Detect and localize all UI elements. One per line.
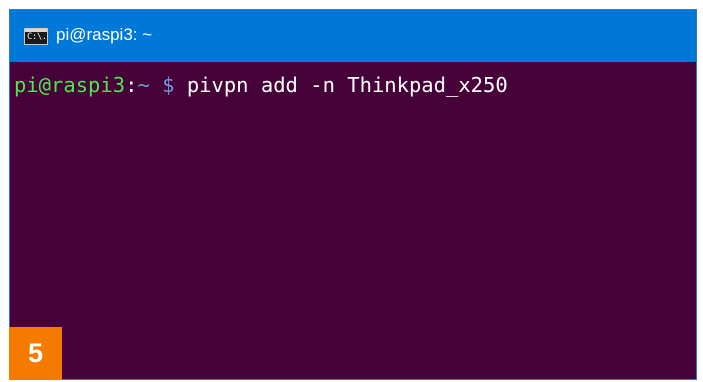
- window-title: pi@raspi3: ~: [56, 25, 153, 44]
- cmd-icon-glyph: C:\.: [27, 32, 47, 42]
- command-line: pi@raspi3:~ $ pivpn add -n Thinkpad_x250: [14, 70, 508, 100]
- prompt-user: pi@raspi3: [14, 73, 126, 97]
- terminal-area[interactable]: pi@raspi3:~ $ pivpn add -n Thinkpad_x250: [10, 62, 696, 379]
- prompt-dollar: $: [162, 73, 175, 97]
- terminal-window: C:\. pi@raspi3: ~ pi@raspi3:~ $ pivpn ad…: [9, 9, 697, 380]
- command-text: pivpn add -n Thinkpad_x250: [186, 73, 508, 97]
- prompt-path: ~: [137, 73, 150, 97]
- title-bar[interactable]: C:\. pi@raspi3: ~: [10, 10, 696, 62]
- screenshot-frame: C:\. pi@raspi3: ~ pi@raspi3:~ $ pivpn ad…: [0, 0, 703, 382]
- cmd-icon[interactable]: C:\.: [24, 28, 48, 45]
- step-number-badge: 5: [9, 327, 62, 380]
- prompt-colon: :: [125, 73, 138, 97]
